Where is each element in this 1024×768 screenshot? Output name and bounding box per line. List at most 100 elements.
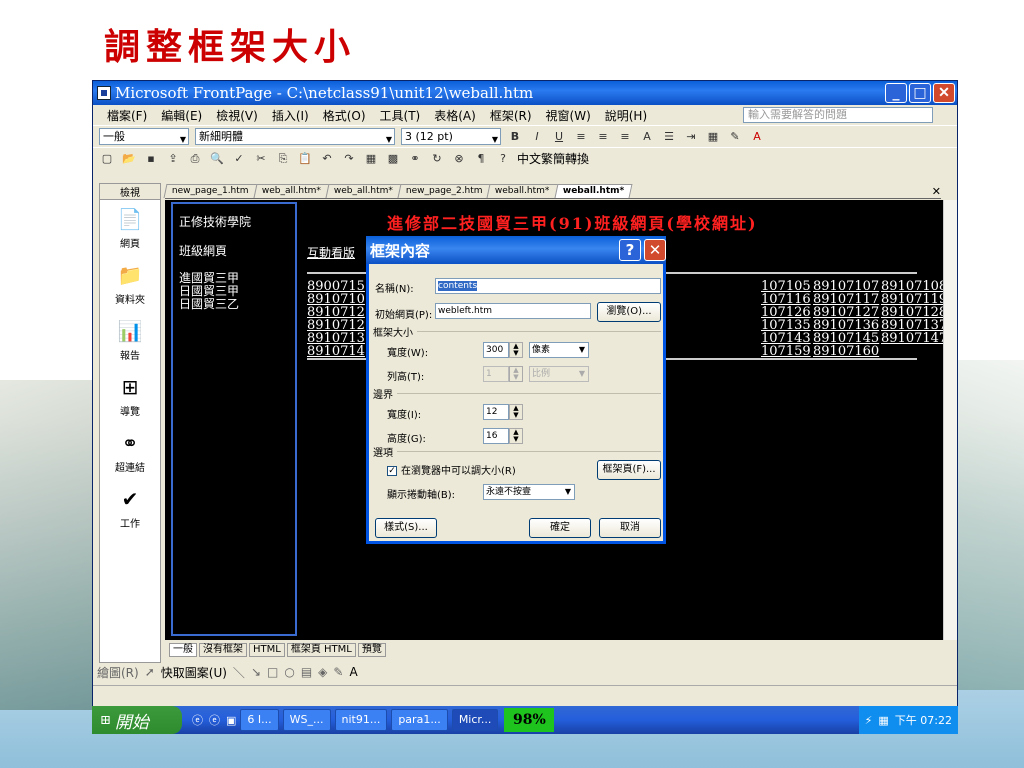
preview-icon[interactable]: 🔍	[209, 151, 225, 167]
align-center-icon[interactable]: ≡	[595, 129, 611, 145]
indent-icon[interactable]: ⇥	[683, 129, 699, 145]
dialog-title-bar[interactable]: 框架內容 ? ✕	[366, 236, 666, 264]
rectangle-icon[interactable]: □	[267, 665, 278, 679]
print-icon[interactable]: ⎙	[187, 151, 203, 167]
fill-color-icon[interactable]: ◈	[318, 665, 327, 679]
title-bar[interactable]: Microsoft FrontPage - C:\netclass91\unit…	[93, 81, 957, 105]
network-icon[interactable]: ▦	[878, 714, 888, 727]
convert-chinese-button[interactable]: 中文繁簡轉換	[517, 150, 589, 167]
view-reports[interactable]: 📊 報告	[100, 312, 160, 368]
task-frontpage[interactable]: Micr...	[451, 709, 499, 731]
font-combo[interactable]: 新細明體 ▼	[195, 128, 395, 145]
menu-edit[interactable]: 編輯(E)	[161, 107, 202, 124]
interactive-board-link[interactable]: 互動看版	[307, 244, 355, 261]
arrow-icon[interactable]: ↘	[251, 665, 261, 679]
margin-width-spinner[interactable]: ▲ ▼	[509, 404, 523, 420]
maximize-button[interactable]: □	[909, 83, 931, 103]
select-arrow-icon[interactable]: ➚	[145, 665, 155, 679]
publish-icon[interactable]: ⇪	[165, 151, 181, 167]
menu-tools[interactable]: 工具(T)	[380, 107, 421, 124]
resize-checkbox[interactable]: ✓ 在瀏覽器中可以調大小(R)	[387, 462, 516, 477]
style-combo[interactable]: 一般 ▼	[99, 128, 189, 145]
quicklaunch-fp-icon[interactable]: ▣	[226, 714, 236, 727]
font-grow-icon[interactable]: A	[639, 129, 655, 145]
numbered-list-icon[interactable]: ☰	[661, 129, 677, 145]
border-icon[interactable]: ▦	[705, 129, 721, 145]
width-unit-select[interactable]: 像素 ▼	[529, 342, 589, 358]
initial-page-input[interactable]: webleft.htm	[435, 303, 591, 319]
left-frame[interactable]: 正修技術學院 班級網頁 進國貿三甲 日國貿三甲 日國貿三乙	[171, 202, 297, 636]
quicklaunch-ie-icon[interactable]: ⓔ	[192, 712, 203, 728]
help-question-input[interactable]: 輸入需要解答的問題	[743, 107, 933, 123]
autoshapes-menu[interactable]: 快取圖案(U)	[161, 664, 227, 681]
cancel-button[interactable]: 取消	[599, 518, 661, 538]
menu-frames[interactable]: 框架(R)	[490, 107, 532, 124]
font-size-combo[interactable]: 3 (12 pt) ▼	[401, 128, 501, 145]
font-color-icon[interactable]: A	[749, 129, 765, 145]
insert-table-icon[interactable]: ▦	[363, 151, 379, 167]
browse-button[interactable]: 瀏覽(O)...	[597, 302, 661, 322]
undo-icon[interactable]: ↶	[319, 151, 335, 167]
line-color-icon[interactable]: ✎	[333, 665, 343, 679]
tab-normal[interactable]: 一般	[169, 643, 197, 657]
highlight-icon[interactable]: ✎	[727, 129, 743, 145]
scrollbars-select[interactable]: 永遠不按壹 ▼	[483, 484, 575, 500]
tab-web-all-2[interactable]: web_all.htm*	[325, 184, 402, 198]
view-navigation[interactable]: ⊞ 導覽	[100, 368, 160, 424]
tab-no-frames[interactable]: 沒有框架	[199, 643, 247, 657]
start-button[interactable]: ⊞ 開始	[92, 706, 182, 734]
save-icon[interactable]: ▪	[143, 151, 159, 167]
oval-icon[interactable]: ○	[284, 665, 294, 679]
menu-window[interactable]: 視窗(W)	[546, 107, 591, 124]
tab-weball-1[interactable]: weball.htm*	[486, 184, 559, 198]
hyperlink-icon[interactable]: ⚭	[407, 151, 423, 167]
close-button[interactable]: ✕	[933, 83, 955, 103]
dialog-close-button[interactable]: ✕	[644, 239, 666, 261]
line-icon[interactable]: ＼	[233, 664, 245, 681]
tab-preview[interactable]: 預覽	[357, 643, 386, 657]
align-right-icon[interactable]: ≡	[617, 129, 633, 145]
menu-help[interactable]: 說明(H)	[605, 107, 647, 124]
tab-frames-html[interactable]: 框架頁 HTML	[286, 643, 356, 657]
open-icon[interactable]: 📂	[121, 151, 137, 167]
minimize-button[interactable]: _	[885, 83, 907, 103]
help-icon[interactable]: ?	[495, 151, 511, 167]
view-folders[interactable]: 📁 資料夾	[100, 256, 160, 312]
left-link-day-b[interactable]: 日國貿三乙	[179, 298, 289, 311]
task-para[interactable]: para1...	[391, 709, 448, 731]
draw-menu[interactable]: 繪圖(R)	[97, 664, 139, 681]
paragraph-icon[interactable]: ¶	[473, 151, 489, 167]
menu-view[interactable]: 檢視(V)	[216, 107, 258, 124]
left-link-school[interactable]: 正修技術學院	[179, 214, 289, 231]
quicklaunch-ie2-icon[interactable]: ⓔ	[209, 712, 220, 728]
clock[interactable]: 下午 07:22	[895, 712, 952, 728]
menu-insert[interactable]: 插入(I)	[272, 107, 309, 124]
redo-icon[interactable]: ↷	[341, 151, 357, 167]
id-link[interactable]: 89107160	[813, 345, 879, 358]
view-hyperlinks[interactable]: ⚭ 超連結	[100, 424, 160, 480]
copy-icon[interactable]: ⎘	[275, 151, 291, 167]
new-page-icon[interactable]: ▢	[99, 151, 115, 167]
align-left-icon[interactable]: ≡	[573, 129, 589, 145]
cut-icon[interactable]: ✂	[253, 151, 269, 167]
margin-width-input[interactable]: 12	[483, 404, 509, 420]
font-color-draw-icon[interactable]: A	[349, 665, 357, 679]
width-input[interactable]: 300	[483, 342, 509, 358]
view-page[interactable]: 📄 網頁	[100, 200, 160, 256]
tab-html[interactable]: HTML	[249, 643, 285, 657]
task-ws[interactable]: WS_...	[282, 709, 331, 731]
stop-icon[interactable]: ⊗	[451, 151, 467, 167]
refresh-icon[interactable]: ↻	[429, 151, 445, 167]
menu-file[interactable]: 檔案(F)	[107, 107, 147, 124]
margin-height-spinner[interactable]: ▲ ▼	[509, 428, 523, 444]
menu-format[interactable]: 格式(O)	[323, 107, 366, 124]
tab-new-page-1[interactable]: new_page_1.htm	[163, 184, 258, 198]
task-ie[interactable]: 6 I...	[240, 709, 279, 731]
insert-picture-icon[interactable]: ▩	[385, 151, 401, 167]
ok-button[interactable]: 確定	[529, 518, 591, 538]
italic-icon[interactable]: I	[529, 129, 545, 145]
menu-table[interactable]: 表格(A)	[434, 107, 476, 124]
paste-icon[interactable]: 📋	[297, 151, 313, 167]
close-doc-icon[interactable]: ✕	[932, 185, 941, 198]
view-tasks[interactable]: ✔ 工作	[100, 480, 160, 536]
